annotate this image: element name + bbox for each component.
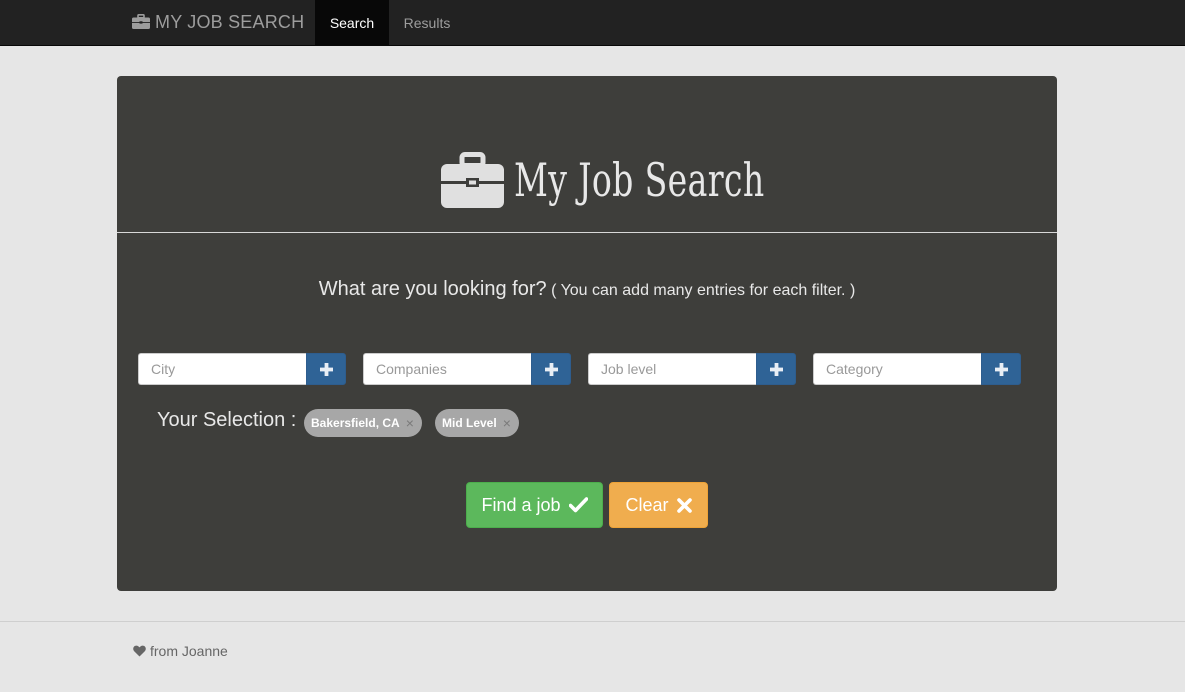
selection-chip: Mid Level × [435,409,519,437]
remove-chip-button[interactable]: × [406,415,414,431]
category-filter [813,353,1021,385]
check-icon [568,497,588,513]
add-company-button[interactable] [531,353,571,385]
plus-icon [544,362,558,376]
divider [117,232,1057,233]
companies-input[interactable] [363,353,531,385]
companies-filter [363,353,571,385]
add-category-button[interactable] [981,353,1021,385]
briefcase-icon [132,14,150,29]
top-navbar: MY JOB SEARCH Search Results [0,0,1185,46]
footer: from Joanne [133,643,228,659]
footer-text: from Joanne [150,643,228,659]
search-panel: My Job Search What are you looking for? … [117,76,1057,591]
hero-logo: My Job Search [117,146,1057,214]
brand-text: MY JOB SEARCH [155,12,305,32]
find-job-label: Find a job [481,494,561,515]
plus-icon [319,362,333,376]
clear-button[interactable]: Clear [609,482,708,528]
add-city-button[interactable] [306,353,346,385]
close-icon [676,497,692,513]
remove-chip-button[interactable]: × [503,415,511,431]
briefcase-icon [440,152,504,208]
question-heading: What are you looking for? ( You can add … [117,278,1057,301]
question-text: What are you looking for? [318,278,547,300]
plus-icon [769,362,783,376]
add-job-level-button[interactable] [756,353,796,385]
city-filter [138,353,346,385]
plus-icon [994,362,1008,376]
heart-icon [133,645,146,657]
job-level-input[interactable] [588,353,756,385]
tab-results[interactable]: Results [389,0,465,45]
footer-divider [0,621,1185,622]
question-hint: ( You can add many entries for each filt… [551,282,856,299]
hero-title: My Job Search [513,153,765,207]
tab-search[interactable]: Search [315,0,389,45]
chip-label: Bakersfield, CA [311,416,400,430]
chip-label: Mid Level [442,416,497,430]
selection-chip: Bakersfield, CA × [304,409,422,437]
clear-label: Clear [625,494,669,515]
city-input[interactable] [138,353,306,385]
job-level-filter [588,353,796,385]
category-input[interactable] [813,353,981,385]
find-job-button[interactable]: Find a job [466,482,603,528]
brand-link[interactable]: MY JOB SEARCH [132,0,304,45]
selection-label: Your Selection : [157,409,297,431]
